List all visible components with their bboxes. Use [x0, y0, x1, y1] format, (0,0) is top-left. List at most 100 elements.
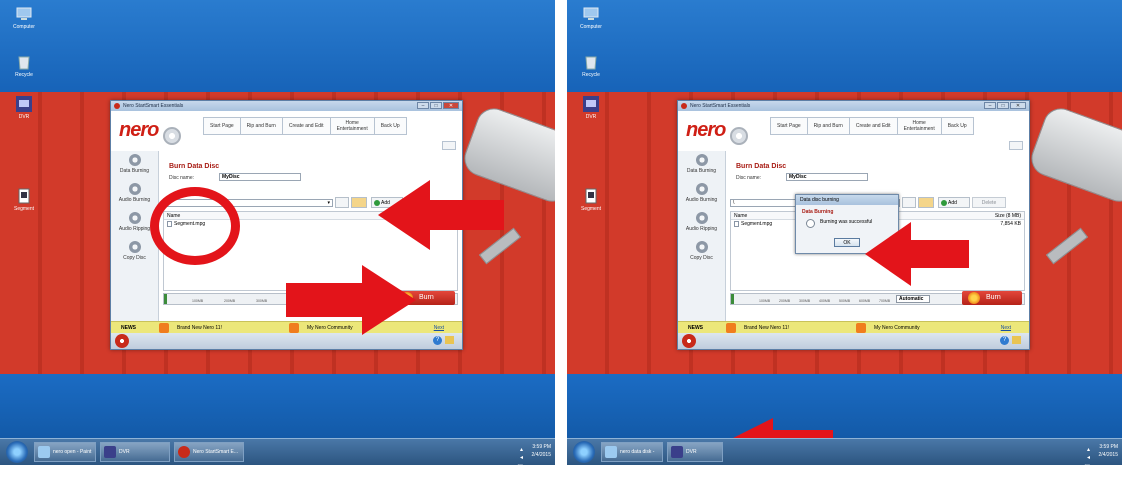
capacity-tick: 700MB	[879, 299, 891, 303]
desktop-icon-computer[interactable]: Computer	[4, 6, 44, 30]
tab-create-and-edit[interactable]: Create and Edit	[282, 117, 331, 135]
sidebar-item-data-burning[interactable]: Data Burning	[678, 154, 725, 180]
sidebar-item-data-burning[interactable]: Data Burning	[111, 154, 158, 180]
desktop-icon-label: DVR	[18, 114, 30, 120]
folder-button[interactable]	[351, 197, 367, 208]
news-item-1[interactable]: Brand New Nero 11!	[744, 325, 789, 331]
dialog-title[interactable]: Data disc burning	[796, 195, 898, 205]
taskbar-item-dvr[interactable]: DVR	[667, 442, 723, 462]
disc-name-input[interactable]: MyDisc	[786, 173, 868, 181]
system-tray: ▴ ◂ ▭ 3:59 PM 2/4/2015	[1084, 443, 1118, 465]
desktop-icon-segment[interactable]: Segment	[4, 188, 44, 212]
eject-button[interactable]	[1009, 141, 1023, 150]
info-icon	[806, 219, 815, 228]
taskbar-item-label: Nero StartSmart E...	[193, 449, 239, 455]
folder-icon[interactable]	[445, 336, 454, 344]
dvr-icon	[583, 96, 599, 112]
dialog-heading: Data Burning	[802, 209, 834, 215]
tab-rip-and-burn[interactable]: Rip and Burn	[807, 117, 850, 135]
screenshot-right: Computer Recycle DVR Segment Nero StartS…	[567, 0, 1122, 465]
nero-start-icon[interactable]	[115, 334, 129, 348]
clock-date[interactable]: 2/4/2015	[532, 451, 551, 459]
eject-button[interactable]	[442, 141, 456, 150]
window-titlebar[interactable]: Nero StartSmart Essentials – □ ✕	[111, 101, 462, 111]
news-label: NEWS	[121, 325, 136, 331]
clock-time[interactable]: 3:59 PM	[532, 443, 551, 451]
help-icon[interactable]: ?	[1000, 336, 1009, 345]
taskbar-item-paint[interactable]: nero data disk - P...	[601, 442, 663, 462]
maximize-button[interactable]: □	[430, 102, 442, 109]
news-item-1[interactable]: Brand New Nero 11!	[177, 325, 222, 331]
maximize-button[interactable]: □	[997, 102, 1009, 109]
desktop-icon-computer[interactable]: Computer	[571, 6, 611, 30]
sidebar-item-copy-disc[interactable]: Copy Disc	[111, 241, 158, 267]
sidebar-item-label: Audio Ripping	[118, 226, 151, 232]
chevron-down-icon: ▾	[327, 200, 330, 206]
help-icon[interactable]: ?	[433, 336, 442, 345]
taskbar-item-label: DVR	[686, 449, 697, 455]
minimize-button[interactable]: –	[984, 102, 996, 109]
annotation-arrow-ok	[865, 222, 969, 286]
tab-start-page[interactable]: Start Page	[203, 117, 241, 135]
sidebar-item-copy-disc[interactable]: Copy Disc	[678, 241, 725, 267]
burn-button[interactable]: Burn	[962, 291, 1022, 305]
desktop-icon-dvr[interactable]: DVR	[4, 96, 44, 120]
next-link[interactable]: Next	[434, 325, 444, 331]
folder-button[interactable]	[918, 197, 934, 208]
news-bar: NEWS Brand New Nero 11! My Nero Communit…	[678, 321, 1029, 333]
automatic-select[interactable]: Automatic	[896, 295, 930, 303]
tab-rip-and-burn[interactable]: Rip and Burn	[240, 117, 283, 135]
add-icon	[941, 200, 947, 206]
desktop-icon-segment[interactable]: Segment	[571, 188, 611, 212]
desktop-icon-recycle[interactable]: Recycle	[4, 54, 44, 78]
data-burning-icon	[128, 154, 141, 166]
ok-button[interactable]: OK	[834, 238, 860, 247]
status-bar: ?	[111, 333, 462, 349]
close-button[interactable]: ✕	[443, 102, 459, 109]
taskbar-item-nero[interactable]: Nero StartSmart E...	[174, 442, 244, 462]
delete-label: Delete	[981, 200, 997, 206]
nero-header: nero Start Page Rip and Burn Create and …	[111, 111, 462, 151]
news-item-2[interactable]: My Nero Community	[874, 325, 920, 331]
folder-icon[interactable]	[1012, 336, 1021, 344]
clock-time[interactable]: 3:59 PM	[1099, 443, 1118, 451]
delete-button[interactable]: Delete	[972, 197, 1006, 208]
next-link[interactable]: Next	[1001, 325, 1011, 331]
tab-back-up[interactable]: Back Up	[374, 117, 407, 135]
clock-date[interactable]: 2/4/2015	[1099, 451, 1118, 459]
tray-icons[interactable]: ▴ ◂ ▭	[1084, 446, 1090, 465]
taskbar-item-paint[interactable]: nero open - Paint	[34, 442, 96, 462]
sidebar-item-audio-ripping[interactable]: Audio Ripping	[678, 212, 725, 238]
sidebar-item-audio-burning[interactable]: Audio Burning	[678, 183, 725, 209]
desktop-icon-dvr[interactable]: DVR	[571, 96, 611, 120]
sidebar-item-audio-burning[interactable]: Audio Burning	[111, 183, 158, 209]
sidebar: Data Burning Audio Burning Audio Ripping…	[678, 151, 726, 321]
add-button[interactable]: Add	[938, 197, 970, 208]
start-button[interactable]	[6, 441, 28, 463]
taskbar-item-dvr[interactable]: DVR	[100, 442, 170, 462]
nero-start-icon[interactable]	[682, 334, 696, 348]
minimize-button[interactable]: –	[417, 102, 429, 109]
tab-home-entertainment[interactable]: Home Entertainment	[330, 117, 375, 135]
burn-flame-icon	[968, 292, 980, 304]
audio-burning-icon	[128, 183, 141, 195]
tab-back-up[interactable]: Back Up	[941, 117, 974, 135]
window-title: Nero StartSmart Essentials	[123, 103, 184, 109]
annotation-arrow-right	[286, 265, 416, 335]
tab-create-and-edit[interactable]: Create and Edit	[849, 117, 898, 135]
tab-home-entertainment[interactable]: Home Entertainment	[897, 117, 942, 135]
disc-name-input[interactable]: MyDisc	[219, 173, 301, 181]
start-button[interactable]	[573, 441, 595, 463]
desktop-icon-recycle[interactable]: Recycle	[571, 54, 611, 78]
paint-icon	[38, 446, 50, 458]
dvr-icon	[16, 96, 32, 112]
folder-up-button[interactable]	[902, 197, 916, 208]
folder-up-button[interactable]	[335, 197, 349, 208]
close-button[interactable]: ✕	[1010, 102, 1026, 109]
tab-start-page[interactable]: Start Page	[770, 117, 808, 135]
computer-icon	[583, 6, 599, 22]
capacity-tick: 300MB	[799, 299, 811, 303]
tray-icons[interactable]: ▴ ◂ ▭	[517, 446, 523, 465]
desktop-icon-label: Recycle	[15, 72, 33, 78]
window-titlebar[interactable]: Nero StartSmart Essentials – □ ✕	[678, 101, 1029, 111]
